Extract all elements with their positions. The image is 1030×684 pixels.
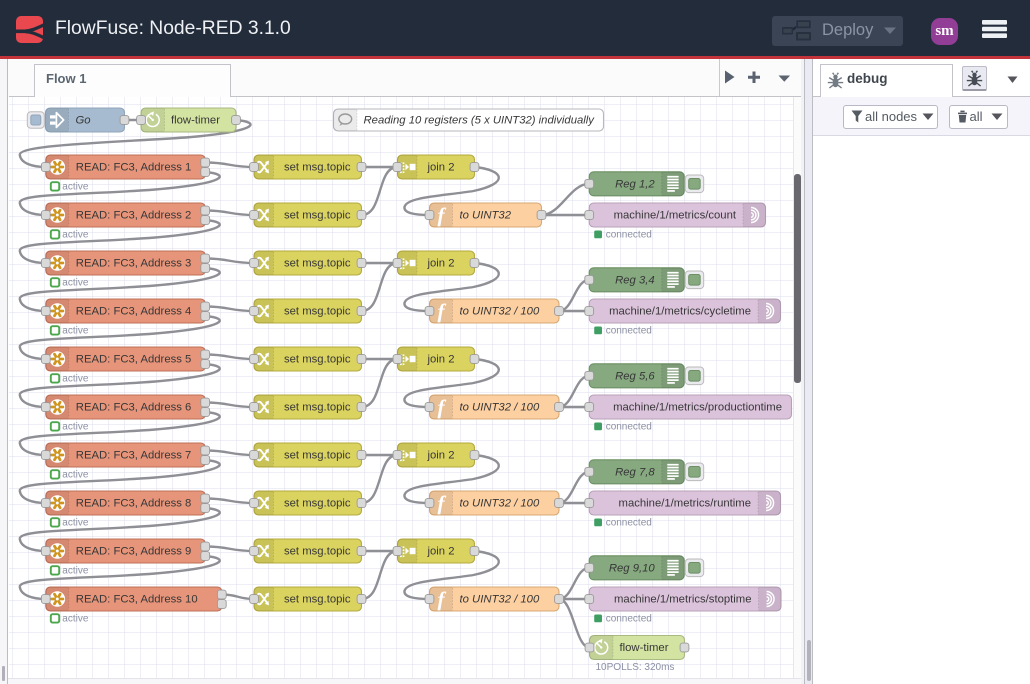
svg-text:join 2: join 2 — [427, 546, 455, 558]
svg-text:Go: Go — [76, 115, 91, 127]
svg-text:set msg.topic: set msg.topic — [284, 354, 351, 366]
svg-text:flow-timer: flow-timer — [171, 115, 220, 127]
svg-text:set msg.topic: set msg.topic — [284, 402, 351, 414]
svg-text:active: active — [62, 182, 89, 193]
svg-text:to UINT32 / 100: to UINT32 / 100 — [460, 498, 540, 510]
svg-text:READ: FC3, Address 9: READ: FC3, Address 9 — [76, 546, 192, 558]
svg-text:READ: FC3, Address 1: READ: FC3, Address 1 — [76, 162, 192, 174]
svg-text:set msg.topic: set msg.topic — [284, 594, 351, 606]
svg-text:connected: connected — [606, 422, 652, 433]
svg-text:set msg.topic: set msg.topic — [284, 498, 351, 510]
svg-text:machine/1/metrics/productionti: machine/1/metrics/productiontime — [613, 402, 782, 414]
svg-text:READ: FC3, Address 7: READ: FC3, Address 7 — [76, 450, 192, 462]
svg-text:set msg.topic: set msg.topic — [284, 162, 351, 174]
svg-text:READ: FC3, Address 6: READ: FC3, Address 6 — [76, 402, 192, 414]
svg-text:active: active — [62, 518, 89, 529]
svg-text:join 2: join 2 — [427, 450, 455, 462]
svg-text:READ: FC3, Address 5: READ: FC3, Address 5 — [76, 354, 192, 366]
svg-text:machine/1/metrics/runtime: machine/1/metrics/runtime — [619, 498, 751, 510]
svg-text:Reg 3,4: Reg 3,4 — [615, 274, 655, 286]
svg-text:connected: connected — [606, 614, 652, 625]
svg-text:set msg.topic: set msg.topic — [284, 258, 351, 270]
svg-text:to UINT32: to UINT32 — [460, 210, 512, 222]
svg-text:READ: FC3, Address 10: READ: FC3, Address 10 — [76, 594, 198, 606]
svg-text:READ: FC3, Address 4: READ: FC3, Address 4 — [76, 306, 192, 318]
svg-text:set msg.topic: set msg.topic — [284, 450, 351, 462]
svg-text:active: active — [62, 566, 89, 577]
svg-text:set msg.topic: set msg.topic — [284, 210, 351, 222]
svg-text:join 2: join 2 — [427, 258, 455, 270]
svg-text:machine/1/metrics/stoptime: machine/1/metrics/stoptime — [614, 594, 752, 606]
svg-text:set msg.topic: set msg.topic — [284, 546, 351, 558]
svg-text:Reg 5,6: Reg 5,6 — [615, 370, 655, 382]
svg-text:Reg 1,2: Reg 1,2 — [615, 178, 655, 190]
svg-text:join 2: join 2 — [427, 162, 455, 174]
svg-text:active: active — [62, 374, 89, 385]
svg-text:machine/1/metrics/count: machine/1/metrics/count — [614, 210, 737, 222]
svg-text:READ: FC3, Address 8: READ: FC3, Address 8 — [76, 498, 192, 510]
svg-text:connected: connected — [606, 326, 652, 337]
svg-text:connected: connected — [606, 230, 652, 241]
svg-text:READ: FC3, Address 2: READ: FC3, Address 2 — [76, 210, 192, 222]
svg-text:to UINT32 / 100: to UINT32 / 100 — [460, 402, 540, 414]
svg-text:set msg.topic: set msg.topic — [284, 306, 351, 318]
svg-text:join 2: join 2 — [427, 354, 455, 366]
svg-text:10POLLS: 320ms: 10POLLS: 320ms — [596, 662, 675, 673]
svg-text:active: active — [62, 422, 89, 433]
svg-text:Reg 9,10: Reg 9,10 — [609, 562, 656, 574]
svg-text:READ: FC3, Address 3: READ: FC3, Address 3 — [76, 258, 192, 270]
svg-text:active: active — [62, 278, 89, 289]
svg-text:machine/1/metrics/cycletime: machine/1/metrics/cycletime — [609, 306, 751, 318]
svg-text:connected: connected — [606, 518, 652, 529]
svg-text:to UINT32 / 100: to UINT32 / 100 — [460, 306, 540, 318]
svg-text:Reading 10 registers (5 x UINT: Reading 10 registers (5 x UINT32) indivi… — [364, 115, 596, 127]
svg-text:active: active — [62, 230, 89, 241]
svg-text:active: active — [62, 470, 89, 481]
svg-text:flow-timer: flow-timer — [620, 642, 669, 654]
svg-text:active: active — [62, 614, 89, 625]
svg-text:Reg 7,8: Reg 7,8 — [615, 466, 655, 478]
svg-text:active: active — [62, 326, 89, 337]
svg-text:to UINT32 / 100: to UINT32 / 100 — [460, 594, 540, 606]
